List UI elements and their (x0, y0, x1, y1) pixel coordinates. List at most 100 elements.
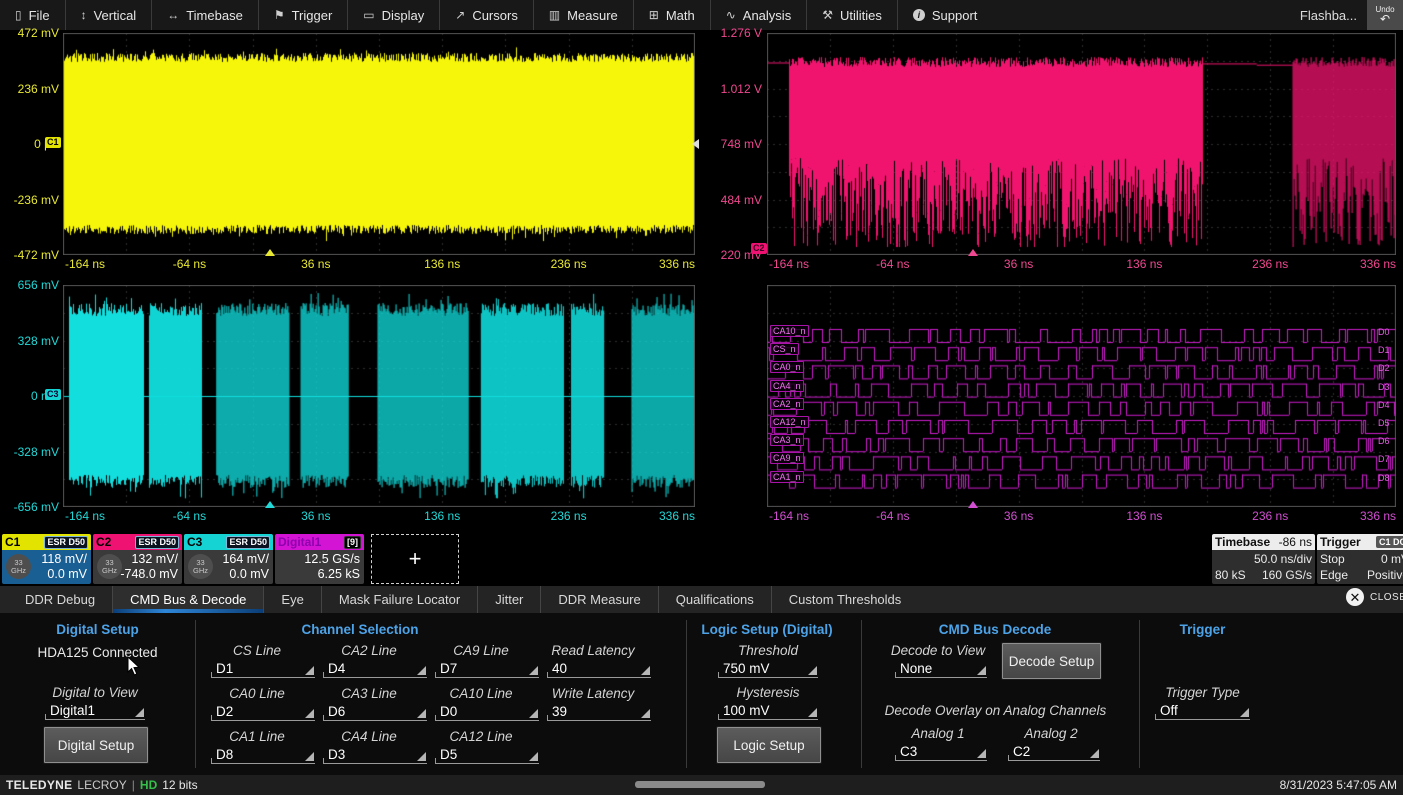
measure-icon: ▥ (549, 9, 560, 21)
menu-item-label: Timebase (186, 8, 243, 23)
menu-item-utilities[interactable]: ⚒Utilities (806, 0, 897, 30)
horizontal-scrollbar-thumb[interactable] (635, 781, 765, 788)
descriptor-id: C1 (5, 535, 20, 549)
analog2-dropdown[interactable]: C2 (1008, 743, 1100, 761)
threshold-dropdown[interactable]: 750 mV (718, 660, 818, 678)
bandwidth-icon: 33GHz (97, 554, 122, 579)
flashback-label[interactable]: Flashba... (1300, 8, 1357, 23)
ca10-line-dropdown[interactable]: D0 (435, 703, 539, 721)
logic-setup-button[interactable]: Logic Setup (717, 727, 821, 763)
digital-line-label-ca2-n[interactable]: CA2_n (770, 398, 804, 410)
cs-line-dropdown[interactable]: D1 (211, 660, 315, 678)
c2-level-marker[interactable]: C2 (751, 243, 767, 254)
read-latency-dropdown[interactable]: 40 (547, 660, 651, 678)
tab-ddr-debug[interactable]: DDR Debug (8, 586, 112, 613)
digital-line-label-cs-n[interactable]: CS_n (770, 343, 799, 355)
c1-zero-level-marker[interactable]: C1 (45, 137, 61, 148)
ca9-line-label: CA9 Line (429, 643, 533, 658)
dig-x-axis-label: 36 ns (1004, 509, 1033, 523)
decode-setup-button[interactable]: Decode Setup (1002, 643, 1101, 679)
hysteresis-dropdown[interactable]: 100 mV (718, 702, 818, 720)
menu-item-cursors[interactable]: ↗Cursors (439, 0, 533, 30)
ca9-line-dropdown[interactable]: D7 (435, 660, 539, 678)
descriptor-value-1: 12.5 GS/s (275, 552, 360, 567)
tabs: DDR DebugCMD Bus & DecodeEyeMask Failure… (8, 586, 918, 613)
digital-setup-button[interactable]: Digital Setup (44, 727, 148, 763)
undo-button[interactable]: Undo ↶ (1367, 0, 1403, 30)
c2-x-axis-label: 36 ns (1004, 257, 1033, 271)
dig-x-axis-label: 236 ns (1252, 509, 1288, 523)
c3-waveform-grid[interactable] (63, 285, 695, 507)
digital-line-label-ca1-n[interactable]: CA1_n (770, 471, 804, 483)
menu-item-timebase[interactable]: ↔ Timebase (151, 0, 258, 30)
digital-trigger-marker-icon[interactable] (968, 501, 978, 508)
write-latency-dropdown[interactable]: 39 (547, 703, 651, 721)
ca2-line-dropdown[interactable]: D4 (323, 660, 427, 678)
ca12-line-dropdown[interactable]: D5 (435, 746, 539, 764)
tab-custom-thresholds[interactable]: Custom Thresholds (771, 586, 918, 613)
menu-item-label: Support (932, 8, 978, 23)
tab-qualifications[interactable]: Qualifications (658, 586, 771, 613)
menu-item-math[interactable]: ⊞Math (633, 0, 710, 30)
ca1-line-dropdown[interactable]: D8 (211, 746, 315, 764)
menu-item-label: File (29, 8, 50, 23)
c1-x-axis-label: 136 ns (424, 257, 460, 271)
digital-line-label-ca12-n[interactable]: CA12_n (770, 416, 809, 428)
descriptor-badge: ESR D50 (226, 536, 270, 549)
digital-line-label-ca9-n[interactable]: CA9_n (770, 452, 804, 464)
c2-trigger-marker-icon[interactable] (968, 249, 978, 256)
digital-line-label-ca3-n[interactable]: CA3_n (770, 434, 804, 446)
menu-item-trigger[interactable]: ⚑Trigger (258, 0, 347, 30)
support-icon: i (913, 9, 925, 21)
digital-channel-label-d7: D7 (1378, 454, 1390, 464)
descriptor-c3[interactable]: C3ESR D5033GHz164 mV/0.0 mV (184, 534, 273, 584)
add-trace-button[interactable]: + (371, 534, 459, 584)
menu-item-display[interactable]: ▭Display (347, 0, 439, 30)
trigger-descriptor[interactable]: Trigger C1 DC Stop 0 mV Edge Positive (1317, 534, 1403, 584)
digital-line-label-ca4-n[interactable]: CA4_n (770, 380, 804, 392)
ca3-line-dropdown[interactable]: D6 (323, 703, 427, 721)
c3-x-axis-label: 136 ns (424, 509, 460, 523)
c3-zero-level-marker[interactable]: C3 (45, 389, 61, 400)
tab-ddr-measure[interactable]: DDR Measure (540, 586, 657, 613)
digital-line-label-ca10-n[interactable]: CA10_n (770, 325, 809, 337)
trigger-level-arrow-icon[interactable] (692, 139, 699, 149)
c3-trigger-marker-icon[interactable] (265, 501, 275, 508)
descriptor-id: C3 (187, 535, 202, 549)
analog1-dropdown[interactable]: C3 (895, 743, 987, 761)
dig-waveform-grid[interactable] (767, 285, 1396, 507)
menu-item-vertical[interactable]: ↕Vertical (65, 0, 152, 30)
descriptor-c2[interactable]: C2ESR D5033GHz132 mV/-748.0 mV (93, 534, 182, 584)
trigger-type-dropdown[interactable]: Off (1155, 702, 1250, 720)
ca4-line-dropdown[interactable]: D3 (323, 746, 427, 764)
section-divider (861, 620, 862, 768)
decode-to-view-dropdown[interactable]: None (895, 660, 987, 678)
tab-jitter[interactable]: Jitter (477, 586, 540, 613)
section-divider (686, 620, 687, 768)
digital-channel-label-d2: D2 (1378, 363, 1390, 373)
timebase-icon: ↔ (167, 9, 179, 21)
ca0-line-dropdown[interactable]: D2 (211, 703, 315, 721)
tab-cmd-bus-decode[interactable]: CMD Bus & Decode (112, 586, 263, 613)
dialog-close-button[interactable]: ✕ CLOSE (1346, 588, 1403, 606)
menu-item-support[interactable]: i Support (897, 0, 993, 30)
menu-item-measure[interactable]: ▥Measure (533, 0, 633, 30)
digital-line-label-ca0-n[interactable]: CA0_n (770, 361, 804, 373)
menu-item-label: Display (382, 8, 425, 23)
c1-x-axis-label: 236 ns (551, 257, 587, 271)
ca2-line-label: CA2 Line (317, 643, 421, 658)
tab-eye[interactable]: Eye (263, 586, 320, 613)
c1-x-axis-label: -164 ns (65, 257, 105, 271)
descriptor-digital1[interactable]: Digital1[9]12.5 GS/s6.25 kS (275, 534, 364, 584)
timebase-descriptor[interactable]: Timebase -86 ns 50.0 ns/div 80 kS 160 GS… (1212, 534, 1315, 584)
analog1-label: Analog 1 (878, 726, 998, 741)
logic-setup-title: Logic Setup (Digital) (692, 622, 842, 637)
c1-waveform-grid[interactable] (63, 33, 695, 255)
descriptor-c1[interactable]: C1ESR D5033GHz118 mV/0.0 mV (2, 534, 91, 584)
tab-mask-failure-locator[interactable]: Mask Failure Locator (321, 586, 477, 613)
c1-trigger-marker-icon[interactable] (265, 249, 275, 256)
c2-waveform-grid[interactable] (767, 33, 1396, 255)
timebase-title: Timebase (1215, 535, 1270, 549)
digital-to-view-label: Digital to View (20, 685, 170, 700)
digital-to-view-dropdown[interactable]: Digital1 (45, 702, 145, 720)
